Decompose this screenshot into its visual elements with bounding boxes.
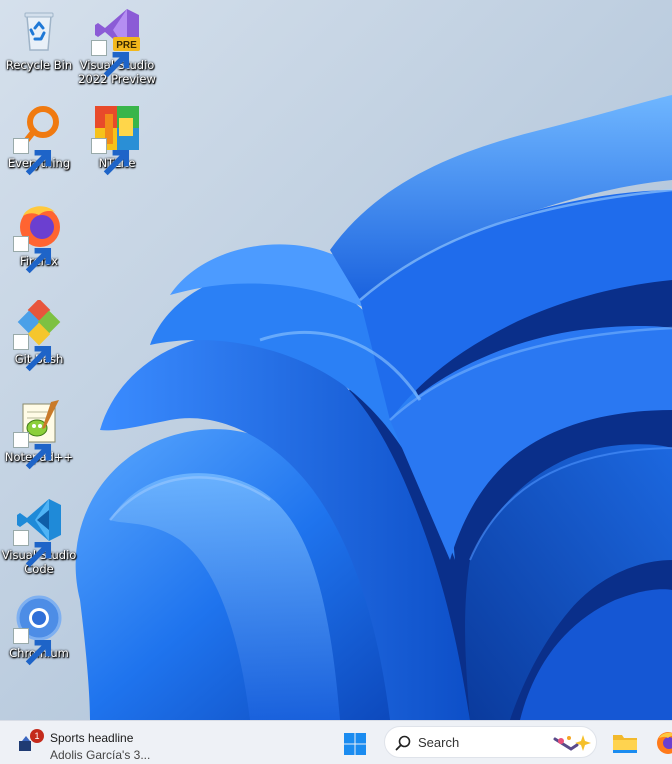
windows-start-icon	[344, 733, 366, 755]
search-icon	[395, 735, 411, 751]
desktop-icon-ntlite[interactable]: NTLite	[78, 104, 156, 176]
shortcut-arrow-icon	[13, 628, 52, 666]
search-highlight-icon	[551, 731, 591, 755]
everything-search-icon	[13, 104, 63, 176]
ntlite-icon	[91, 104, 141, 176]
widget-title: Sports headline	[50, 731, 134, 745]
shortcut-arrow-icon	[13, 334, 52, 372]
chromium-icon	[13, 594, 63, 666]
file-explorer-icon	[613, 735, 637, 753]
taskbar-file-explorer[interactable]	[612, 732, 638, 754]
search-placeholder: Search	[418, 735, 460, 750]
taskbar-firefox[interactable]	[656, 731, 672, 755]
notification-badge: 1	[30, 729, 44, 743]
shortcut-arrow-icon	[91, 40, 130, 78]
taskbar-search-box[interactable]: Search	[384, 726, 597, 758]
desktop-icon-everything[interactable]: Everything	[0, 104, 78, 176]
git-bash-icon	[13, 300, 63, 372]
desktop[interactable]: Recycle Bin PRE Visual Studio 2022 Previ…	[0, 0, 672, 720]
shortcut-arrow-icon	[13, 236, 52, 274]
news-widget[interactable]: 1 Sports headline Adolis García's 3...	[14, 725, 164, 762]
shortcut-arrow-icon	[13, 138, 52, 176]
widget-subtitle: Adolis García's 3...	[50, 748, 151, 762]
start-button[interactable]	[344, 733, 366, 755]
desktop-icon-visual-studio-preview[interactable]: PRE Visual Studio 2022 Preview	[78, 6, 156, 86]
desktop-icon-notepad-plus-plus[interactable]: Notepad++	[0, 398, 78, 470]
recycle-bin-icon	[15, 6, 63, 54]
desktop-icon-recycle-bin[interactable]: Recycle Bin	[0, 6, 78, 72]
shortcut-arrow-icon	[13, 432, 52, 470]
vscode-icon	[13, 496, 63, 568]
notepad-plus-plus-icon	[13, 398, 63, 470]
desktop-icon-git-bash[interactable]: Git Bash	[0, 300, 78, 372]
desktop-icon-label: Recycle Bin	[5, 58, 73, 72]
shortcut-arrow-icon	[13, 530, 52, 568]
desktop-icon-vscode[interactable]: Visual Studio Code	[0, 496, 78, 576]
firefox-icon	[13, 202, 63, 274]
desktop-icon-chromium[interactable]: Chromium	[0, 594, 78, 666]
taskbar: 1 Sports headline Adolis García's 3... S…	[0, 720, 672, 764]
firefox-icon	[657, 732, 672, 754]
desktop-icon-firefox[interactable]: Firefox	[0, 202, 78, 274]
shortcut-arrow-icon	[91, 138, 130, 176]
visual-studio-preview-icon: PRE	[91, 6, 141, 78]
